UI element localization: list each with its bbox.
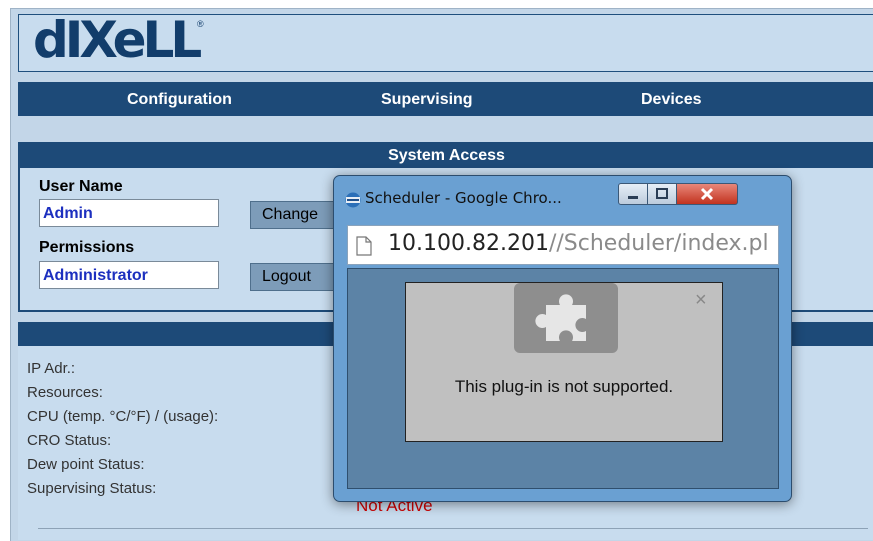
permissions-label: Permissions — [39, 239, 135, 256]
maximize-button[interactable] — [647, 183, 677, 205]
url-text: 10.100.82.201//Scheduler/index.pl — [388, 231, 769, 256]
dixell-logo: dIXeLL — [33, 11, 202, 69]
system-access-header: System Access — [20, 144, 873, 168]
url-host: 10.100.82.201 — [388, 231, 549, 256]
cpu-label: CPU (temp. °C/°F) / (usage): — [27, 408, 219, 425]
page-icon — [356, 236, 372, 256]
plugin-close-icon[interactable]: × — [695, 289, 707, 312]
nav-devices[interactable]: Devices — [641, 82, 702, 116]
plugin-message: This plug-in is not supported. — [454, 377, 674, 396]
url-path: //Scheduler/index.pl — [548, 231, 769, 256]
logout-button[interactable]: Logout — [250, 263, 340, 291]
dew-point-status-label: Dew point Status: — [27, 456, 145, 473]
resources-label: Resources: — [27, 384, 103, 401]
nav-supervising[interactable]: Supervising — [381, 82, 473, 116]
address-bar[interactable]: 10.100.82.201//Scheduler/index.pl — [347, 225, 779, 265]
chrome-icon — [345, 192, 361, 208]
puzzle-icon — [514, 283, 618, 353]
popup-title-bar[interactable]: Scheduler - Google Chro... — [334, 176, 791, 222]
popup-content-area: × This plug-in is not supported. — [347, 268, 779, 489]
cro-status-label: CRO Status: — [27, 432, 112, 449]
ip-address-label: IP Adr.: — [27, 360, 76, 377]
close-button[interactable] — [676, 183, 738, 205]
divider — [38, 528, 868, 529]
minimize-icon — [628, 196, 638, 199]
minimize-button[interactable] — [618, 183, 648, 205]
popup-title: Scheduler - Google Chro... — [365, 189, 562, 207]
user-name-label: User Name — [39, 178, 123, 195]
close-icon — [700, 187, 714, 201]
scheduler-popup-window[interactable]: Scheduler - Google Chro... 10.100.82.201… — [333, 175, 792, 502]
permissions-field[interactable]: Administrator — [39, 261, 219, 289]
plugin-placeholder: × This plug-in is not supported. — [405, 282, 723, 442]
main-nav-bar: Configuration Supervising Devices — [18, 82, 873, 116]
change-button[interactable]: Change — [250, 201, 340, 229]
header-logo-area: dIXeLL ® — [18, 11, 873, 72]
user-name-field[interactable]: Admin — [39, 199, 219, 227]
maximize-icon — [656, 188, 668, 199]
nav-configuration[interactable]: Configuration — [127, 82, 232, 116]
registered-mark: ® — [197, 19, 204, 29]
supervising-status-label: Supervising Status: — [27, 480, 157, 497]
